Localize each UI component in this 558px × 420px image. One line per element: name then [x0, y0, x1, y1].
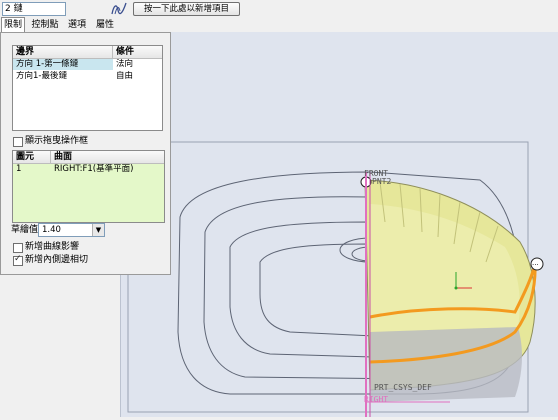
column-header-entity[interactable]: 圖元	[13, 151, 51, 163]
dashboard-toolbar: 2 鏈 按一下此處以新增項目	[0, 0, 558, 17]
tab-control-points[interactable]: 控制點	[30, 18, 60, 32]
click-here-add-item-button[interactable]: 按一下此處以新增項目	[133, 2, 240, 16]
curve-chain-icon[interactable]	[110, 1, 128, 16]
column-header-condition[interactable]: 條件	[113, 46, 162, 58]
svg-text:···: ···	[532, 261, 539, 269]
add-curve-influence-label: 新增曲線影響	[25, 242, 80, 252]
column-header-boundary[interactable]: 邊界	[13, 46, 113, 58]
tension-value-combobox[interactable]: 1.40 ▼	[38, 223, 105, 237]
chevron-down-icon[interactable]: ▼	[92, 224, 104, 236]
table-row-condition[interactable]: 自由	[113, 71, 162, 82]
datum-label-pnt: PNT2	[372, 177, 392, 186]
show-drag-handles-label: 顯示拖曳操作框	[25, 136, 89, 146]
table-header: 邊界 條件	[13, 46, 162, 59]
model-view: ···	[119, 34, 544, 417]
add-curve-influence-checkbox[interactable]	[13, 243, 23, 253]
add-inner-edge-tangent-checkbox[interactable]	[13, 254, 23, 266]
datum-label-right: RIGHT	[364, 395, 389, 404]
graphics-viewport[interactable]: ··· FRONT PNT2 PRT_CSYS_DEF RIGHT	[119, 32, 558, 417]
tab-properties[interactable]: 屬性	[94, 18, 116, 32]
tension-label: 草繪值	[11, 225, 39, 235]
show-drag-handles-checkbox[interactable]	[13, 137, 23, 147]
chain-reference-field[interactable]: 2 鏈	[2, 2, 66, 16]
table-row-boundary[interactable]: 方向 1-第一條鏈	[13, 59, 113, 70]
datum-label-csys: PRT_CSYS_DEF	[374, 383, 432, 392]
column-header-surface[interactable]: 曲面	[51, 151, 164, 163]
tab-options[interactable]: 選項	[66, 18, 88, 32]
table-row-boundary[interactable]: 方向1-最後鏈	[13, 71, 113, 82]
table-row-condition[interactable]: 法向	[113, 59, 162, 70]
tension-value[interactable]: 1.40	[39, 224, 91, 236]
table-row-entity[interactable]: 1	[13, 164, 51, 175]
panel-tab-bar: 限制 控制點 選項 屬性	[0, 17, 170, 34]
table-header: 圖元 曲面	[13, 151, 164, 164]
add-inner-edge-tangent-label: 新增內側邊相切	[25, 255, 89, 265]
boundary-conditions-table[interactable]: 邊界 條件 方向 1-第一條鏈 法向 方向1-最後鏈 自由	[12, 45, 163, 131]
table-row-surface[interactable]: RIGHT:F1(基準平面)	[51, 164, 164, 175]
surface-reference-table[interactable]: 圖元 曲面 1 RIGHT:F1(基準平面)	[12, 150, 165, 223]
